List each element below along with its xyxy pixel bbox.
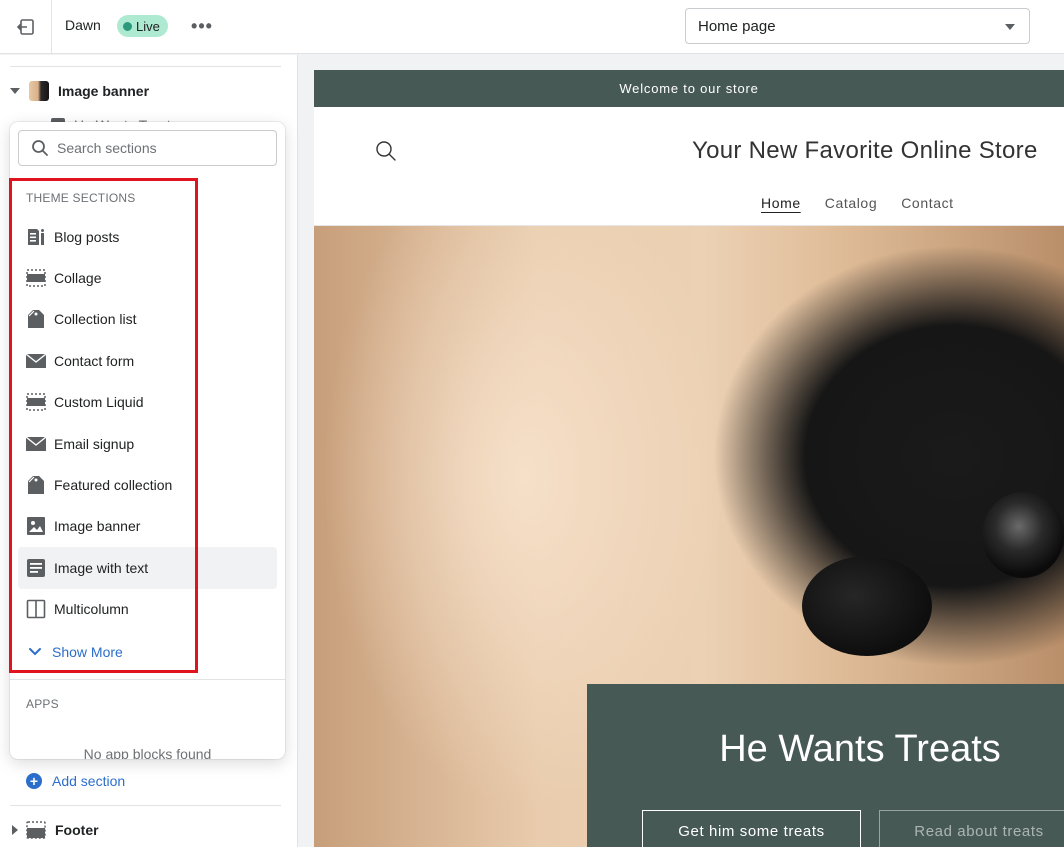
hero-image-banner: He Wants Treats Get him some treats Read… bbox=[314, 226, 1064, 847]
theme-sections-list: Blog posts Collage Collection list Conta… bbox=[18, 216, 277, 630]
section-image-banner[interactable]: Image banner bbox=[0, 75, 149, 107]
nav-contact[interactable]: Contact bbox=[901, 195, 953, 211]
nav-catalog[interactable]: Catalog bbox=[825, 195, 877, 211]
envelope-icon bbox=[26, 434, 46, 454]
section-option-multicolumn[interactable]: Multicolumn bbox=[18, 589, 277, 630]
live-badge-label: Live bbox=[136, 18, 160, 34]
store-title[interactable]: Your New Favorite Online Store bbox=[692, 137, 1038, 165]
no-app-blocks-message: No app blocks found bbox=[83, 746, 212, 759]
section-footer[interactable]: Footer bbox=[0, 814, 99, 846]
chevron-down-icon bbox=[29, 648, 41, 656]
hero-content-box: He Wants Treats Get him some treats Read… bbox=[587, 684, 1064, 847]
image-icon bbox=[26, 516, 46, 536]
section-option-featured-collection[interactable]: Featured collection bbox=[18, 464, 277, 505]
store-nav: Home Catalog Contact bbox=[761, 195, 954, 211]
section-option-collage[interactable]: Collage bbox=[18, 257, 277, 298]
hero-image-eye bbox=[982, 492, 1064, 578]
envelope-icon bbox=[26, 351, 46, 371]
collage-icon bbox=[26, 392, 46, 412]
section-option-collection-list[interactable]: Collection list bbox=[18, 299, 277, 340]
add-section-popover: THEME SECTIONS Blog posts Collage Collec… bbox=[10, 122, 285, 759]
section-label: Footer bbox=[55, 822, 99, 838]
theme-sections-heading: THEME SECTIONS bbox=[26, 191, 136, 205]
section-option-label: Blog posts bbox=[54, 228, 120, 245]
add-section-label: Add section bbox=[52, 773, 126, 789]
hero-heading: He Wants Treats bbox=[719, 728, 1001, 770]
search-icon[interactable] bbox=[375, 140, 397, 165]
more-actions-button[interactable]: ••• bbox=[188, 14, 216, 38]
add-section-button[interactable]: + Add section bbox=[26, 773, 125, 789]
store-preview: Welcome to our store Your New Favorite O… bbox=[314, 70, 1064, 847]
caret-down-icon[interactable] bbox=[10, 88, 20, 94]
page-selector[interactable]: Home page bbox=[685, 8, 1030, 44]
blog-icon bbox=[26, 227, 46, 247]
footer-section-icon bbox=[26, 821, 46, 839]
section-option-label: Custom Liquid bbox=[54, 394, 144, 411]
section-option-label: Collage bbox=[54, 270, 102, 287]
nav-home[interactable]: Home bbox=[761, 195, 801, 211]
show-more-label: Show More bbox=[52, 644, 123, 660]
hero-image-nose bbox=[802, 556, 932, 656]
section-option-label: Featured collection bbox=[54, 477, 173, 494]
announcement-bar: Welcome to our store bbox=[314, 70, 1064, 107]
announcement-text: Welcome to our store bbox=[619, 81, 759, 96]
plus-circle-icon: + bbox=[26, 773, 42, 789]
exit-editor-button[interactable] bbox=[0, 0, 52, 54]
store-header: Your New Favorite Online Store Home Cata… bbox=[314, 107, 1064, 226]
search-sections-input[interactable] bbox=[57, 140, 257, 156]
live-status-badge: Live bbox=[117, 15, 168, 37]
show-more-button[interactable]: Show More bbox=[28, 644, 123, 660]
tag-icon bbox=[26, 475, 46, 495]
collage-icon bbox=[26, 268, 46, 288]
section-option-label: Image with text bbox=[54, 559, 149, 576]
section-option-contact-form[interactable]: Contact form bbox=[18, 340, 277, 381]
sidebar-divider bbox=[10, 805, 281, 806]
text-block-icon bbox=[26, 558, 46, 578]
hero-secondary-button[interactable]: Read about treats bbox=[879, 810, 1064, 847]
apps-heading: APPS bbox=[26, 697, 59, 711]
section-option-custom-liquid[interactable]: Custom Liquid bbox=[18, 382, 277, 423]
popover-divider bbox=[10, 679, 285, 680]
section-option-label: Image banner bbox=[54, 518, 141, 535]
search-icon bbox=[31, 139, 49, 157]
chevron-down-icon bbox=[1005, 24, 1015, 30]
page-selector-value: Home page bbox=[698, 17, 776, 35]
section-label: Image banner bbox=[58, 83, 150, 99]
sidebar-divider bbox=[10, 66, 281, 67]
section-option-label: Collection list bbox=[54, 311, 137, 328]
columns-icon bbox=[26, 599, 46, 619]
section-option-email-signup[interactable]: Email signup bbox=[18, 423, 277, 464]
hero-primary-button[interactable]: Get him some treats bbox=[642, 810, 861, 847]
section-option-blog-posts[interactable]: Blog posts bbox=[18, 216, 277, 257]
section-option-label: Contact form bbox=[54, 352, 135, 369]
search-sections-field[interactable] bbox=[18, 130, 277, 166]
image-banner-thumbnail bbox=[29, 81, 49, 101]
section-option-label: Multicolumn bbox=[54, 601, 129, 618]
exit-icon bbox=[16, 19, 34, 35]
tag-icon bbox=[26, 309, 46, 329]
theme-name: Dawn bbox=[65, 17, 101, 33]
section-option-image-with-text[interactable]: Image with text bbox=[18, 547, 277, 589]
caret-right-icon[interactable] bbox=[12, 825, 18, 835]
live-dot-icon bbox=[123, 21, 132, 31]
section-option-label: Email signup bbox=[54, 435, 135, 452]
top-bar: Dawn Live ••• Home page bbox=[0, 0, 1064, 54]
section-option-image-banner[interactable]: Image banner bbox=[18, 506, 277, 547]
